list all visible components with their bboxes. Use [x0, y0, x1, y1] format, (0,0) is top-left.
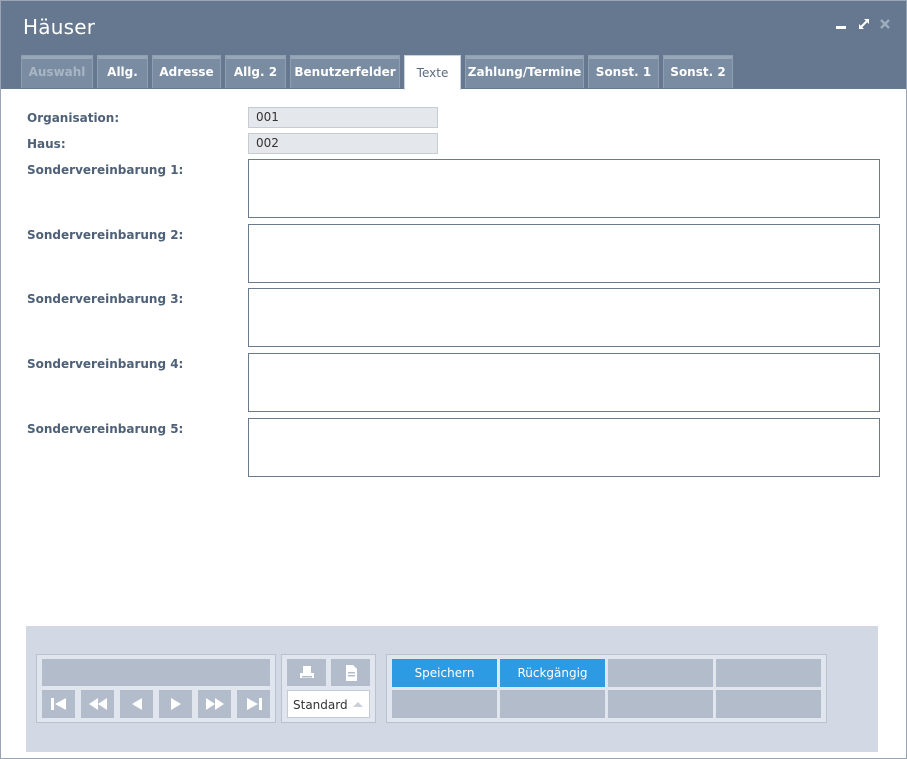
rewind-icon[interactable] [81, 690, 114, 718]
tab-allg[interactable]: Allg. [97, 55, 148, 88]
tab-sonst-2[interactable]: Sonst. 2 [663, 55, 733, 88]
sondervereinbarung-4-textarea[interactable] [248, 353, 880, 412]
empty-action-button[interactable] [716, 690, 821, 718]
sondervereinbarung-3-textarea[interactable] [248, 288, 880, 347]
navigation-group [36, 654, 276, 723]
tab-benutzerfelder[interactable]: Benutzerfelder [290, 55, 400, 88]
sondervereinbarung-3-label: Sondervereinbarung 3: [27, 292, 184, 306]
last-record-icon[interactable] [237, 690, 270, 718]
minimize-icon[interactable] [834, 17, 848, 31]
undo-button[interactable]: Rückgängig [500, 659, 605, 687]
action-group: Speichern Rückgängig [386, 654, 827, 723]
sondervereinbarung-1-label: Sondervereinbarung 1: [27, 163, 184, 177]
previous-icon[interactable] [120, 690, 153, 718]
record-position-bar [42, 659, 270, 686]
window-titlebar[interactable]: Häuser Auswahl Allg. Adresse Allg. 2 Ben… [1, 1, 906, 90]
fast-forward-icon[interactable] [198, 690, 231, 718]
organisation-field: 001 [248, 107, 438, 128]
tab-texte[interactable]: Texte [404, 55, 461, 90]
tab-auswahl[interactable]: Auswahl [21, 55, 93, 88]
chevron-up-icon [347, 691, 369, 717]
empty-action-button[interactable] [392, 690, 497, 718]
close-icon[interactable] [878, 17, 892, 31]
next-icon[interactable] [159, 690, 192, 718]
haeuser-window: Häuser Auswahl Allg. Adresse Allg. 2 Ben… [0, 0, 907, 759]
sondervereinbarung-4-label: Sondervereinbarung 4: [27, 357, 184, 371]
tab-allg-2[interactable]: Allg. 2 [225, 55, 286, 88]
haus-field: 002 [248, 133, 438, 154]
document-export-icon[interactable] [331, 659, 370, 686]
first-record-icon[interactable] [42, 690, 75, 718]
sondervereinbarung-1-textarea[interactable] [248, 159, 880, 218]
print-group: Standardliste [281, 654, 376, 723]
sondervereinbarung-5-label: Sondervereinbarung 5: [27, 422, 184, 436]
tab-adresse[interactable]: Adresse [152, 55, 221, 88]
tab-sonst-1[interactable]: Sonst. 1 [588, 55, 659, 88]
bottom-toolbar: Standardliste Speichern Rückgängig [26, 626, 878, 752]
sondervereinbarung-2-label: Sondervereinbarung 2: [27, 228, 184, 242]
sondervereinbarung-2-textarea[interactable] [248, 224, 880, 283]
haus-label: Haus: [27, 137, 66, 151]
tab-zahlung-termine[interactable]: Zahlung/Termine [465, 55, 584, 88]
empty-action-button[interactable] [608, 659, 713, 687]
empty-action-button[interactable] [716, 659, 821, 687]
layout-select[interactable]: Standardliste [287, 690, 370, 718]
maximize-icon[interactable] [857, 17, 871, 31]
printer-icon[interactable] [287, 659, 326, 686]
empty-action-button[interactable] [608, 690, 713, 718]
window-title: Häuser [23, 15, 96, 39]
organisation-label: Organisation: [27, 111, 120, 125]
save-button[interactable]: Speichern [392, 659, 497, 687]
empty-action-button[interactable] [500, 690, 605, 718]
layout-select-value: Standardliste [293, 698, 351, 712]
sondervereinbarung-5-textarea[interactable] [248, 418, 880, 477]
